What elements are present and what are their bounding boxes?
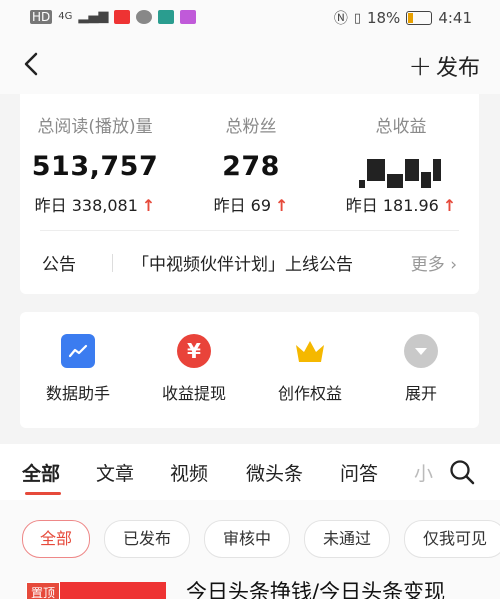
battery-icon — [406, 11, 433, 25]
network-indicator: HD — [30, 9, 53, 24]
redaction-block — [359, 157, 443, 188]
tool-data-assistant[interactable]: 数据助手 — [23, 334, 133, 404]
message-icon — [136, 9, 153, 24]
tab-micro-posts[interactable]: 微头条 — [246, 459, 303, 486]
fans-delta-text: 昨日 69 — [213, 196, 272, 215]
up-arrow-icon: ↑ — [275, 196, 289, 215]
battery-percent: 18% — [366, 9, 401, 27]
more-label: 更多 — [410, 255, 445, 275]
signal-indicator: 4G — [58, 11, 73, 22]
app-notification-icon — [114, 9, 131, 24]
nav-bar: + 发布 — [0, 36, 500, 94]
content-tabs: 全部 文章 视频 微头条 问答 小 — [0, 444, 500, 500]
tab-articles[interactable]: 文章 — [96, 459, 134, 486]
plus-icon: + — [408, 49, 432, 82]
announcement-tag: 公告 — [42, 255, 76, 275]
active-tab-indicator — [25, 492, 61, 495]
pinned-badge: 置顶 — [26, 582, 61, 599]
clock: 4:41 — [438, 9, 472, 27]
fans-value: 278 — [222, 151, 280, 182]
publish-button[interactable]: + 发布 — [409, 50, 480, 82]
app-notification-icon — [158, 9, 175, 24]
chevron-right-icon: › — [450, 255, 457, 275]
article-item[interactable]: 置顶 今日头条挣钱/今日头条变现 — [0, 574, 500, 599]
tool-label: 数据助手 — [45, 384, 110, 403]
fans-delta: 昨日 69 ↑ — [176, 192, 326, 216]
tab-all[interactable]: 全部 — [22, 459, 60, 486]
tools-card: 数据助手 ¥ 收益提现 创作权益 展开 — [20, 312, 479, 428]
article-title[interactable]: 今日头条挣钱/今日头条变现 — [186, 576, 445, 599]
back-arrow-icon[interactable] — [14, 44, 54, 84]
reads-stat[interactable]: 总阅读(播放)量 513,757 昨日 338,081 ↑ — [20, 112, 170, 216]
reads-delta-text: 昨日 338,081 — [34, 196, 138, 215]
expand-icon — [404, 334, 438, 368]
search-icon[interactable] — [448, 458, 476, 486]
tab-videos[interactable]: 视频 — [170, 459, 208, 486]
vibrate-icon: ▯ — [353, 10, 361, 26]
tab-more-partial[interactable]: 小 — [414, 459, 433, 486]
filter-rejected[interactable]: 未通过 — [304, 520, 390, 558]
tool-expand[interactable]: 展开 — [366, 334, 476, 404]
tool-label: 创作权益 — [277, 384, 342, 403]
signal-bars-icon: ▂▄▆ — [78, 9, 109, 24]
income-delta: 昨日 181.96 ↑ — [326, 192, 476, 216]
chart-icon — [61, 334, 95, 368]
reads-value: 513,757 — [31, 151, 159, 182]
tool-creator-rights[interactable]: 创作权益 — [255, 334, 365, 404]
separator — [112, 254, 113, 272]
income-label: 总收益 — [375, 117, 427, 137]
tab-qa[interactable]: 问答 — [340, 459, 378, 486]
announcement-bar[interactable]: 公告 「中视频伙伴计划」上线公告 更多 › — [20, 242, 479, 282]
nfc-icon: Ⓝ — [333, 11, 348, 27]
filter-private[interactable]: 仅我可见 — [404, 520, 500, 558]
filter-reviewing[interactable]: 审核中 — [204, 520, 290, 558]
divider — [40, 230, 459, 231]
income-stat[interactable]: 总收益 昨日 181.96 ↑ — [326, 112, 476, 216]
tool-label: 展开 — [404, 384, 437, 403]
filter-published[interactable]: 已发布 — [104, 520, 190, 558]
crown-icon — [293, 334, 327, 368]
publish-label: 发布 — [435, 56, 480, 81]
up-arrow-icon: ↑ — [442, 196, 457, 215]
income-value-masked — [326, 151, 476, 188]
reads-label: 总阅读(播放)量 — [37, 117, 153, 137]
income-delta-text: 昨日 181.96 — [345, 196, 439, 215]
tool-withdraw[interactable]: ¥ 收益提现 — [139, 334, 249, 404]
announcement-text[interactable]: 「中视频伙伴计划」上线公告 — [132, 250, 353, 275]
filter-all[interactable]: 全部 — [22, 520, 90, 558]
app-notification-icon — [180, 9, 197, 24]
fans-stat[interactable]: 总粉丝 278 昨日 69 ↑ — [176, 112, 326, 216]
stats-card: 总阅读(播放)量 513,757 昨日 338,081 ↑ 总粉丝 278 昨日 … — [20, 94, 479, 294]
tool-label: 收益提现 — [161, 384, 226, 403]
yen-icon: ¥ — [177, 334, 211, 368]
more-link[interactable]: 更多 › — [411, 250, 457, 275]
up-arrow-icon: ↑ — [141, 196, 156, 215]
status-bar: HD 4G ▂▄▆ Ⓝ ▯ 18% 4:41 — [0, 0, 500, 36]
reads-delta: 昨日 338,081 ↑ — [20, 192, 170, 216]
fans-label: 总粉丝 — [225, 117, 277, 137]
